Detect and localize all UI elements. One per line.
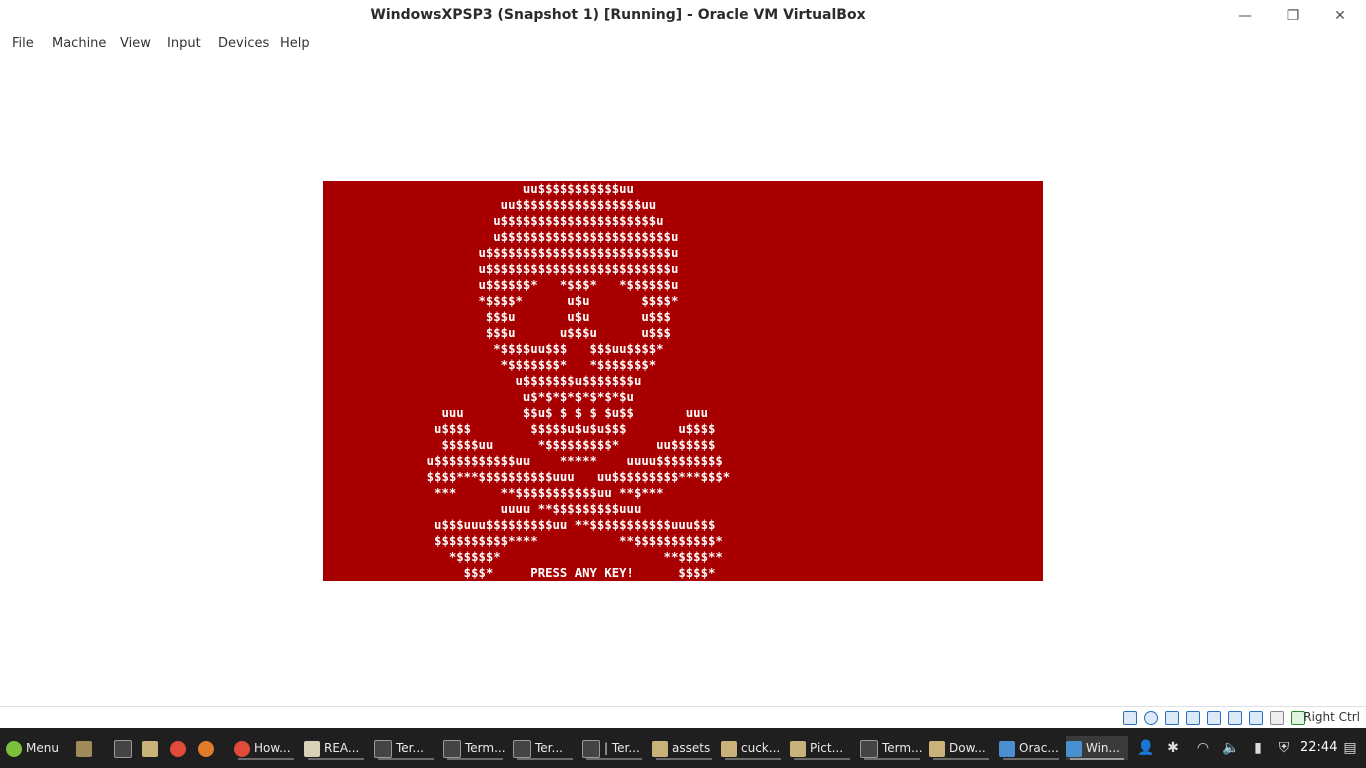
desktop-icon	[76, 740, 92, 757]
close-button[interactable]: ✕	[1328, 6, 1352, 26]
taskbar-window-terminal-2[interactable]: Term...	[443, 736, 507, 760]
shield-icon[interactable]: ⛨	[1274, 736, 1294, 760]
terminal-icon	[860, 739, 878, 758]
clock[interactable]: 22:44	[1300, 736, 1337, 760]
display-icon[interactable]	[1249, 711, 1263, 725]
taskbar-window-label: Ter...	[535, 741, 563, 755]
menu-file[interactable]: File	[12, 36, 34, 51]
terminal-launcher[interactable]	[114, 736, 136, 760]
taskbar-window-label: How...	[254, 741, 291, 755]
folder-icon	[142, 740, 158, 757]
volume-icon[interactable]: 🔈	[1220, 736, 1242, 760]
taskbar-window-assets[interactable]: assets	[652, 736, 716, 760]
terminal-icon	[443, 739, 461, 758]
taskbar-window-winxp-vm[interactable]: Win...	[1066, 736, 1128, 760]
virtualbox-icon	[999, 740, 1015, 757]
host-key-label: Right Ctrl	[1303, 710, 1360, 724]
user-icon[interactable]: 👤	[1136, 736, 1156, 760]
menu-bar: File Machine View Input Devices Help	[0, 32, 1366, 56]
taskbar-window-label: cuck...	[741, 741, 781, 755]
wifi-icon[interactable]: ◠	[1192, 736, 1214, 760]
firefox-launcher[interactable]	[198, 736, 220, 760]
bluetooth-icon[interactable]: ✱	[1163, 736, 1183, 760]
terminal-icon	[374, 739, 392, 758]
show-desktop-launcher[interactable]	[76, 736, 98, 760]
vm-guest-screen[interactable]: uu$$$$$$$$$$$uu uu$$$$$$$$$$$$$$$$$uu u$…	[323, 181, 1043, 581]
taskbar-window-terminal-1[interactable]: Ter...	[374, 736, 438, 760]
usb-icon[interactable]	[1207, 711, 1221, 725]
vm-status-bar: Right Ctrl	[0, 706, 1366, 729]
battery-icon[interactable]: ▮	[1248, 736, 1268, 760]
network-icon[interactable]	[1186, 711, 1200, 725]
menu-devices[interactable]: Devices	[218, 36, 269, 51]
taskbar-window-label: Ter...	[396, 741, 424, 755]
folder-icon	[790, 740, 806, 757]
taskbar: Menu How... REA... Ter... Term... Ter...…	[0, 728, 1366, 768]
taskbar-window-terminal-3[interactable]: Ter...	[513, 736, 577, 760]
taskbar-window-label: | Ter...	[604, 741, 640, 755]
hard-disk-icon[interactable]	[1123, 711, 1137, 725]
terminal-icon	[582, 739, 600, 758]
taskbar-window-label: Orac...	[1019, 741, 1059, 755]
audio-icon[interactable]	[1165, 711, 1179, 725]
start-menu-button[interactable]: Menu	[6, 736, 68, 760]
taskbar-window-label: Term...	[882, 741, 923, 755]
minimize-button[interactable]: —	[1233, 6, 1257, 26]
menu-input[interactable]: Input	[167, 36, 201, 51]
window-title: WindowsXPSP3 (Snapshot 1) [Running] - Or…	[370, 7, 866, 23]
firefox-icon	[198, 740, 214, 757]
taskbar-window-label: Dow...	[949, 741, 986, 755]
notification-icon[interactable]: ▤	[1340, 736, 1360, 760]
taskbar-window-terminal-4[interactable]: | Ter...	[582, 736, 646, 760]
taskbar-window-label: assets	[672, 741, 711, 755]
taskbar-window-pictures[interactable]: Pict...	[790, 736, 854, 760]
folder-icon	[652, 740, 668, 757]
taskbar-window-terminal-5[interactable]: Term...	[860, 736, 924, 760]
mint-logo-icon	[6, 740, 22, 757]
terminal-icon	[513, 739, 531, 758]
taskbar-window-label: REA...	[324, 741, 360, 755]
taskbar-window-label: Win...	[1086, 741, 1120, 755]
video-capture-icon[interactable]	[1270, 711, 1284, 725]
chrome-launcher[interactable]	[170, 736, 192, 760]
terminal-icon	[114, 739, 132, 758]
start-menu-label: Menu	[26, 741, 59, 755]
taskbar-window-how[interactable]: How...	[234, 736, 298, 760]
menu-help[interactable]: Help	[280, 36, 310, 51]
folder-icon	[929, 740, 945, 757]
petya-skull-ascii-art: uu$$$$$$$$$$$uu uu$$$$$$$$$$$$$$$$$uu u$…	[426, 182, 731, 580]
menu-view[interactable]: View	[120, 36, 151, 51]
chrome-icon	[234, 740, 250, 757]
taskbar-window-downloads[interactable]: Dow...	[929, 736, 993, 760]
shared-folders-icon[interactable]	[1228, 711, 1242, 725]
taskbar-window-oracle-vm-manager[interactable]: Orac...	[999, 736, 1063, 760]
restore-button[interactable]: ❐	[1281, 6, 1305, 26]
document-icon	[304, 740, 320, 757]
chrome-icon	[170, 740, 186, 757]
taskbar-window-cuck[interactable]: cuck...	[721, 736, 785, 760]
taskbar-window-readme[interactable]: REA...	[304, 736, 368, 760]
files-launcher[interactable]	[142, 736, 164, 760]
taskbar-window-label: Pict...	[810, 741, 844, 755]
title-bar: WindowsXPSP3 (Snapshot 1) [Running] - Or…	[0, 0, 1366, 32]
taskbar-window-label: Term...	[465, 741, 506, 755]
folder-icon	[721, 740, 737, 757]
menu-machine[interactable]: Machine	[52, 36, 106, 51]
virtualbox-icon	[1066, 740, 1082, 757]
optical-drive-icon[interactable]	[1144, 711, 1158, 725]
